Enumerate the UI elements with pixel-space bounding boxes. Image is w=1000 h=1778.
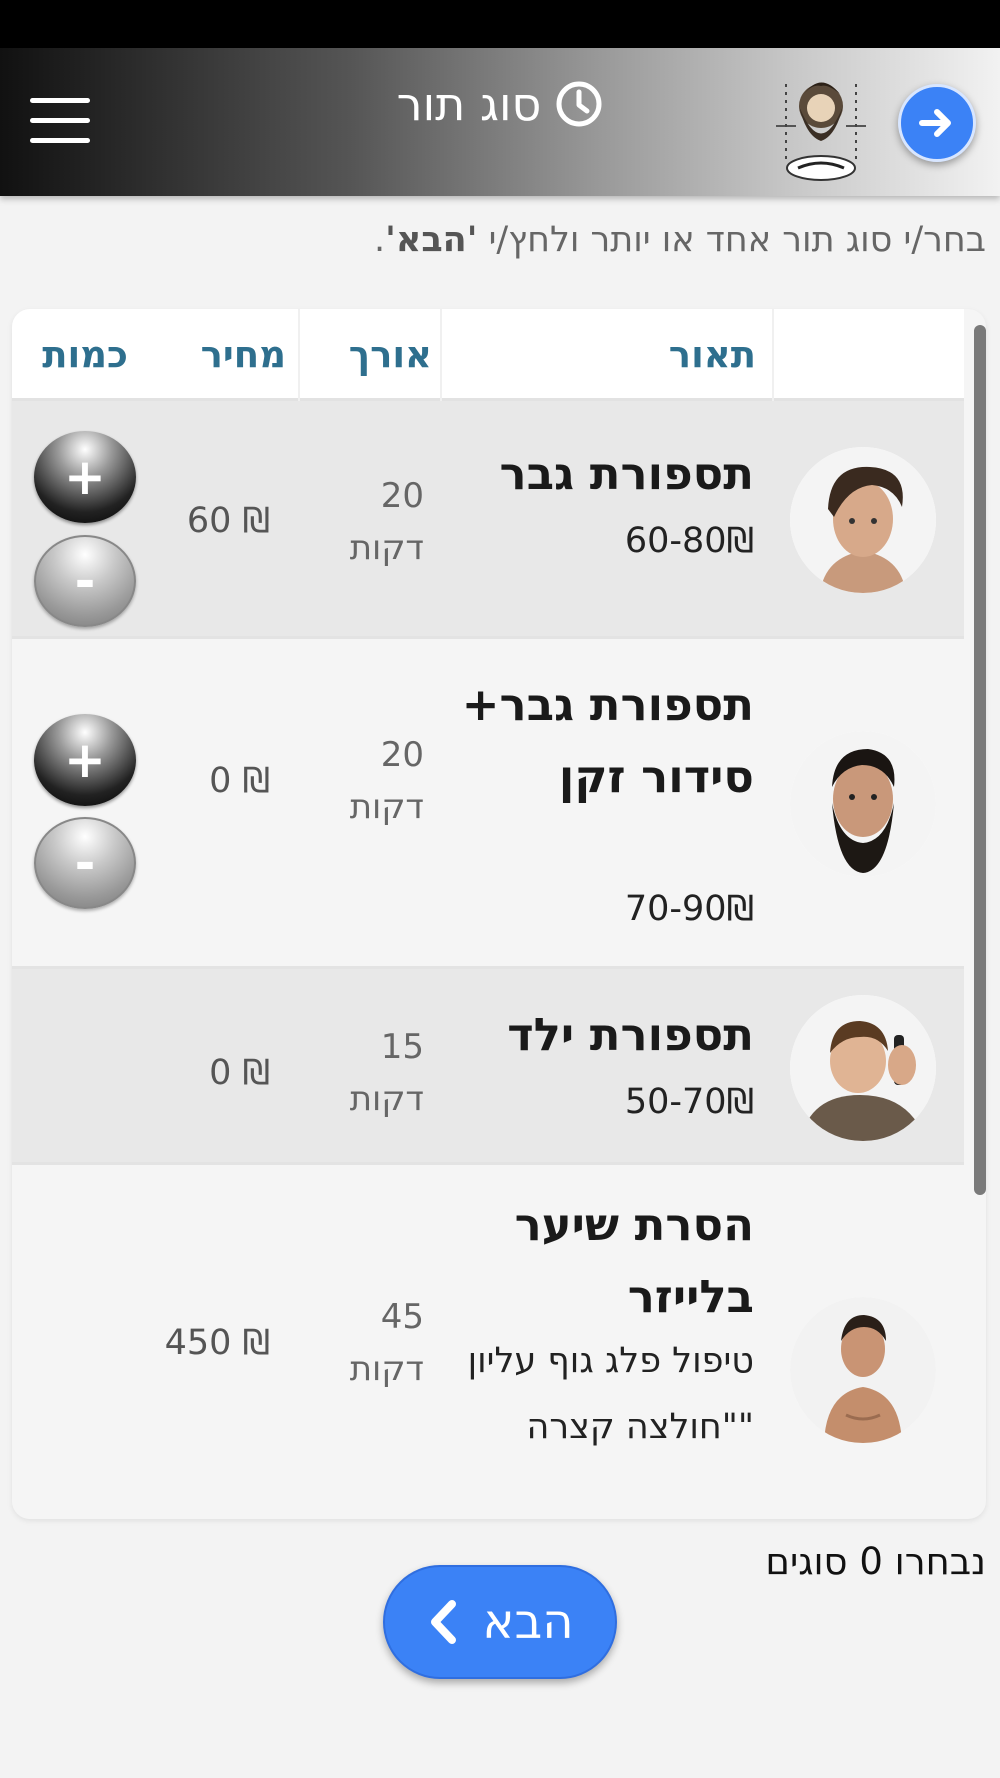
- next-button[interactable]: הבא: [383, 1565, 617, 1679]
- instruction-highlight: 'הבא': [385, 220, 478, 260]
- service-subtitle: 60-80₪: [624, 521, 754, 561]
- next-arrow-button[interactable]: [898, 84, 976, 162]
- bearded-man-photo: [790, 731, 936, 877]
- service-length: 20 דקות: [304, 470, 424, 574]
- quantity-minus-button[interactable]: -: [34, 535, 136, 627]
- length-value: 15: [380, 1027, 424, 1067]
- status-bar: [0, 0, 1000, 48]
- service-title: תספורת גבר+ סידור זקן: [461, 678, 754, 803]
- length-value: 20: [380, 476, 424, 516]
- service-price: 450 ₪: [164, 1323, 270, 1363]
- column-price: מחיר: [200, 333, 286, 376]
- table-row[interactable]: תספורת גבר 60-80₪ 20 דקות 60 ₪ + -: [12, 401, 964, 639]
- instruction-prefix: בחר/י סוג תור אחד או יותר ולחץ/י: [477, 220, 986, 260]
- table-row[interactable]: תספורת גבר+ סידור זקן 70-90₪ 20 דקות 0 ₪…: [12, 639, 964, 969]
- service-price: 0 ₪: [209, 761, 270, 801]
- length-value: 20: [380, 735, 424, 775]
- service-length: 45 דקות: [304, 1291, 424, 1395]
- quantity-plus-button[interactable]: +: [34, 714, 136, 806]
- quantity-plus-button[interactable]: +: [34, 431, 136, 523]
- chevron-left-icon: [431, 1600, 457, 1644]
- service-price: 60 ₪: [186, 501, 270, 541]
- boy-haircut-photo: [790, 995, 936, 1141]
- table-row[interactable]: הסרת שיער בלייזר טיפול פלג גוף עליון "חו…: [12, 1165, 964, 1519]
- plus-icon: +: [64, 448, 106, 506]
- app-header: סוג תור: [0, 48, 1000, 196]
- column-quantity: כמות: [42, 333, 128, 376]
- scrollbar-thumb[interactable]: [974, 325, 986, 1195]
- minus-icon: -: [74, 834, 96, 892]
- next-button-label: הבא: [482, 1594, 574, 1650]
- service-title: תספורת גבר: [499, 447, 754, 500]
- table-header: תאור אורך מחיר כמות: [12, 309, 964, 401]
- service-length: 20 דקות: [304, 729, 424, 833]
- service-title: הסרת שיער בלייזר: [514, 1198, 754, 1323]
- barber-logo-icon: [766, 66, 876, 184]
- service-subtitle: טיפול פלג גוף עליון "חולצה קצרה": [467, 1341, 754, 1447]
- selected-count-text: נבחרו 0 סוגים: [765, 1540, 986, 1583]
- service-length: 15 דקות: [304, 1021, 424, 1125]
- length-unit: דקות: [349, 528, 424, 568]
- service-subtitle: 70-90₪: [624, 889, 754, 929]
- laser-hair-removal-photo: [790, 1297, 936, 1443]
- instruction-text: בחר/י סוג תור אחד או יותר ולחץ/י 'הבא'.: [20, 220, 986, 260]
- length-value: 45: [380, 1297, 424, 1337]
- service-subtitle: 50-70₪: [624, 1082, 754, 1122]
- page-title-text: סוג תור: [396, 77, 542, 131]
- service-title: תספורת ילד: [507, 1008, 754, 1061]
- instruction-suffix: .: [374, 220, 386, 260]
- man-haircut-photo: [790, 447, 936, 593]
- clock-icon: [555, 80, 603, 128]
- table-row[interactable]: תספורת ילד 50-70₪ 15 דקות 0 ₪: [12, 969, 964, 1165]
- length-unit: דקות: [349, 787, 424, 827]
- services-table: תאור אורך מחיר כמות תספורת גבר 60-80₪ 20…: [12, 309, 986, 1519]
- service-price: 0 ₪: [209, 1053, 270, 1093]
- column-description: תאור: [668, 333, 756, 376]
- plus-icon: +: [64, 731, 106, 789]
- arrow-right-icon: [919, 109, 951, 137]
- length-unit: דקות: [349, 1349, 424, 1389]
- column-length: אורך: [348, 333, 432, 376]
- minus-icon: -: [74, 552, 96, 610]
- quantity-minus-button[interactable]: -: [34, 817, 136, 909]
- length-unit: דקות: [349, 1079, 424, 1119]
- scrollbar[interactable]: [974, 315, 986, 1513]
